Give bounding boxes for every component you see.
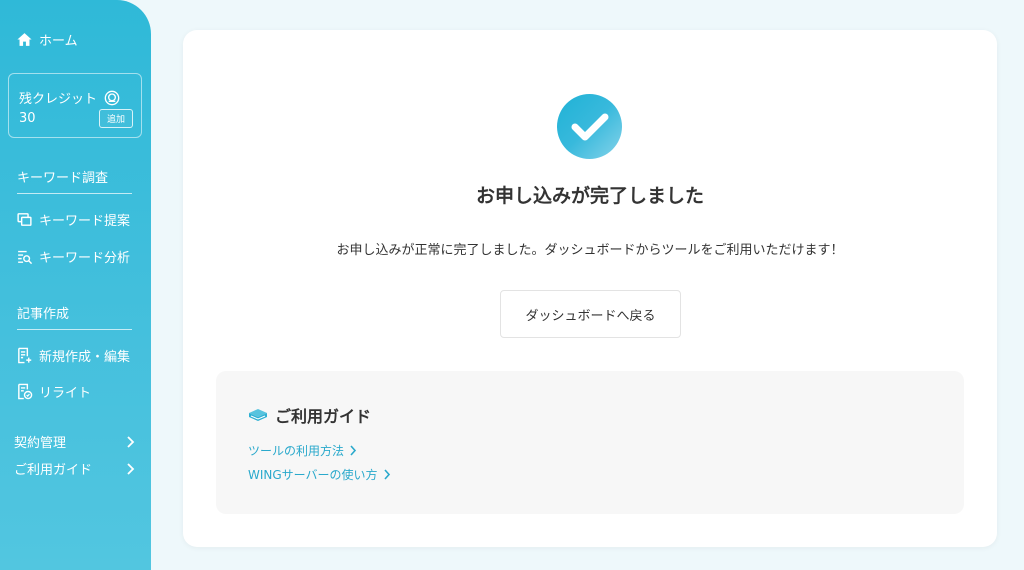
sidebar-item-rewrite[interactable]: リライト <box>16 382 91 401</box>
sidebar-item-label: 契約管理 <box>14 436 67 451</box>
keyword-suggest-icon <box>17 213 32 226</box>
credit-title: 残クレジット <box>19 88 120 107</box>
new-edit-icon <box>18 347 32 364</box>
credit-value: 30 <box>19 111 36 126</box>
chevron-right-icon <box>127 462 135 475</box>
credit-title-label: 残クレジット <box>19 92 98 107</box>
sidebar-item-label: ご利用ガイド <box>14 463 93 478</box>
keyword-analysis-icon <box>18 250 33 265</box>
guide-panel: ご利用ガイド ツールの利用方法 WINGサーバーの使い方 <box>216 371 964 514</box>
guide-link-wing-server[interactable]: WINGサーバーの使い方 <box>248 466 391 483</box>
guide-link-label: ツールの利用方法 <box>248 444 345 458</box>
section-heading-keyword: キーワード調査 <box>17 167 132 194</box>
chevron-right-icon <box>350 445 357 456</box>
completion-card: お申し込みが完了しました お申し込みが正常に完了しました。ダッシュボードからツー… <box>183 30 997 547</box>
success-check-icon <box>557 94 622 159</box>
sidebar-item-label: キーワード分析 <box>39 251 131 266</box>
book-icon <box>249 409 267 421</box>
rewrite-icon <box>18 383 33 400</box>
page-title: お申し込みが完了しました <box>475 185 704 207</box>
chevron-right-icon <box>127 435 135 448</box>
sidebar-item-home[interactable]: ホーム <box>16 30 78 49</box>
chevron-right-icon <box>383 469 390 480</box>
sidebar-item-new-edit[interactable]: 新規作成・編集 <box>16 346 130 365</box>
credit-panel: 残クレジット 30 追加 <box>8 73 142 138</box>
guide-title-label: ご利用ガイド <box>275 407 372 426</box>
back-to-dashboard-button[interactable]: ダッシュボードへ戻る <box>500 290 681 338</box>
coin-icon <box>104 90 120 105</box>
guide-link-label: WINGサーバーの使い方 <box>248 468 378 482</box>
sidebar-item-label: 新規作成・編集 <box>39 350 131 365</box>
add-credit-button[interactable]: 追加 <box>99 109 133 128</box>
sidebar-item-label: リライト <box>39 386 92 401</box>
home-icon <box>17 33 32 46</box>
sidebar-item-keyword-suggest[interactable]: キーワード提案 <box>16 210 130 229</box>
completion-message: お申し込みが正常に完了しました。ダッシュボードからツールをご利用いただけます！ <box>336 243 844 258</box>
sidebar-item-keyword-analysis[interactable]: キーワード分析 <box>16 247 130 266</box>
guide-link-tool-usage[interactable]: ツールの利用方法 <box>248 442 357 459</box>
sidebar-item-label: キーワード提案 <box>39 214 131 229</box>
sidebar-item-guide[interactable]: ご利用ガイド <box>14 459 135 478</box>
sidebar: ホーム 残クレジット 30 追加 キーワード調査 キーワード提案 キーワード分析… <box>0 0 151 570</box>
section-heading-article: 記事作成 <box>17 303 132 330</box>
sidebar-item-label: ホーム <box>39 34 78 49</box>
guide-title: ご利用ガイド <box>248 403 371 427</box>
sidebar-item-contract[interactable]: 契約管理 <box>14 432 135 451</box>
